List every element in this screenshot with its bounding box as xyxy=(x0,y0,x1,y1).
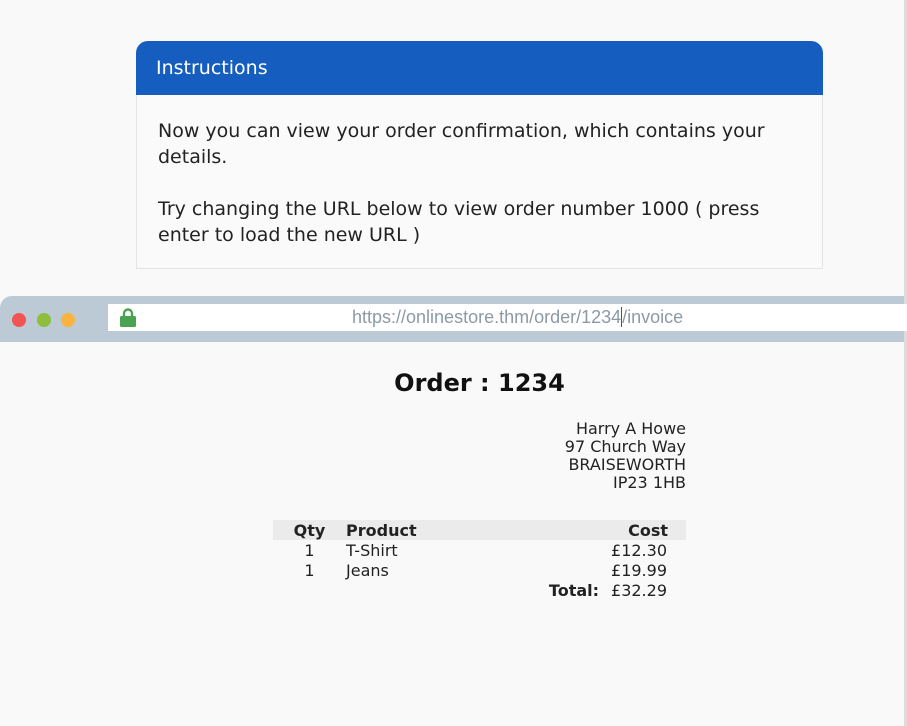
instructions-header: Instructions xyxy=(136,41,823,95)
instructions-paragraph-2: Try changing the URL below to view order… xyxy=(158,198,760,246)
qty-header: Qty xyxy=(273,520,346,540)
address-line: BRAISEWORTH xyxy=(568,455,686,474)
row-cost: £19.99 xyxy=(611,560,667,580)
instructions-panel: Instructions Now you can view your order… xyxy=(136,41,823,269)
order-items-table: Qty Product Cost 1 T-Shirt £12.30 1 Jean… xyxy=(273,520,686,600)
product-header: Product xyxy=(346,520,612,540)
lock-icon xyxy=(119,308,137,327)
address-line: Harry A Howe xyxy=(575,419,686,438)
table-row: 1 T-Shirt £12.30 xyxy=(273,540,686,560)
url-text[interactable]: https://onlinestore.thm/order/1234/invoi… xyxy=(352,307,683,328)
browser-toolbar: https://onlinestore.thm/order/1234/invoi… xyxy=(0,296,907,342)
close-window-dot[interactable] xyxy=(12,313,26,327)
instructions-paragraph-1: Now you can view your order confirmation… xyxy=(158,120,765,168)
total-value: £32.29 xyxy=(611,580,667,600)
address-line: 97 Church Way xyxy=(564,437,686,456)
row-cost: £12.30 xyxy=(611,540,667,560)
minimize-window-dot[interactable] xyxy=(61,313,75,327)
row-product: T-Shirt xyxy=(346,540,398,560)
url-input[interactable]: https://onlinestore.thm/order/1234/invoi… xyxy=(108,304,907,331)
customer-address: Harry A Howe 97 Church Way BRAISEWORTH I… xyxy=(565,420,686,492)
url-before-caret: https://onlinestore.thm/order/1234 xyxy=(352,307,622,327)
total-row: Total: £32.29 xyxy=(273,580,686,600)
row-qty: 1 xyxy=(304,540,315,560)
order-title: Order : 1234 xyxy=(394,369,565,397)
row-qty: 1 xyxy=(304,560,315,580)
total-label: Total: xyxy=(346,580,611,600)
total-spacer xyxy=(273,580,346,600)
url-after-caret: /invoice xyxy=(622,307,684,327)
row-product: Jeans xyxy=(346,560,389,580)
total-label-text: Total: xyxy=(548,580,600,600)
instructions-body: Now you can view your order confirmation… xyxy=(136,95,823,269)
table-row: 1 Jeans £19.99 xyxy=(273,560,686,580)
table-header-row: Qty Product Cost xyxy=(273,520,686,540)
maximize-window-dot[interactable] xyxy=(37,313,51,327)
cost-header: Cost xyxy=(611,520,686,540)
address-line: IP23 1HB xyxy=(613,473,686,492)
instructions-title: Instructions xyxy=(156,57,268,79)
